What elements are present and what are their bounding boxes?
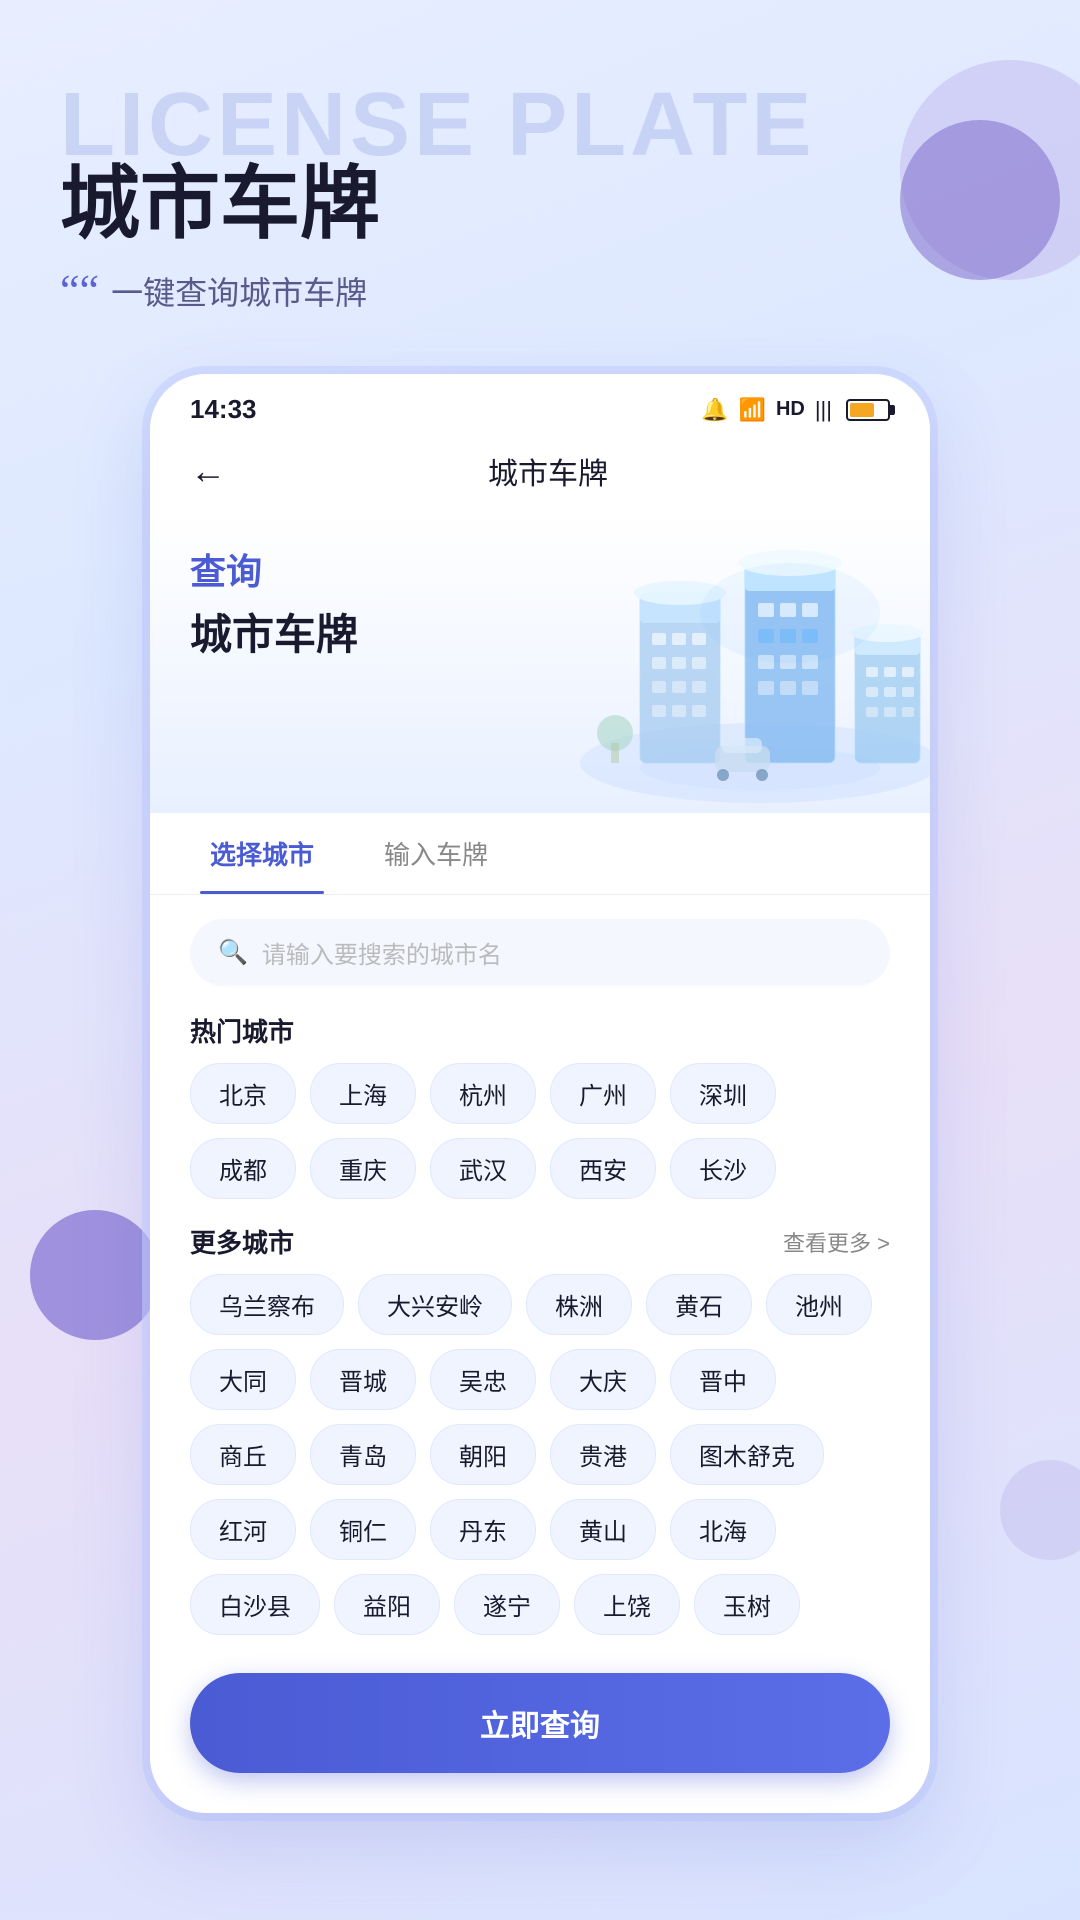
more-city-tag[interactable]: 晋中 [670,1349,776,1410]
hot-city-tag[interactable]: 北京 [190,1063,296,1124]
phone-mockup: 14:33 🔔 📶 HD ||| ← 城市车牌 查询 城市车牌 [150,374,930,1813]
hot-city-tag[interactable]: 广州 [550,1063,656,1124]
mute-icon: 🔔 [701,397,728,423]
more-city-tag[interactable]: 池州 [766,1274,872,1335]
more-city-tag[interactable]: 乌兰察布 [190,1274,344,1335]
more-cities-title: 更多城市 [190,1223,294,1260]
more-city-tag[interactable]: 大兴安岭 [358,1274,512,1335]
page-title: 城市车牌 [60,160,1020,248]
more-city-tag[interactable]: 遂宁 [454,1574,560,1635]
more-city-tag[interactable]: 丹东 [430,1499,536,1560]
more-city-tag[interactable]: 大庆 [550,1349,656,1410]
more-city-tag[interactable]: 吴忠 [430,1349,536,1410]
more-city-tag[interactable]: 白沙县 [190,1574,320,1635]
more-cities-grid: 乌兰察布大兴安岭株洲黄石池州大同晋城吴忠大庆晋中商丘青岛朝阳贵港图木舒克红河铜仁… [150,1274,930,1649]
more-city-tag[interactable]: 贵港 [550,1424,656,1485]
more-city-tag[interactable]: 玉树 [694,1574,800,1635]
cta-button[interactable]: 立即查询 [190,1673,890,1773]
hot-cities-grid: 北京上海杭州广州深圳成都重庆武汉西安长沙 [150,1063,930,1213]
search-icon: 🔍 [218,938,248,967]
more-city-tag[interactable]: 图木舒克 [670,1424,824,1485]
hot-city-tag[interactable]: 长沙 [670,1138,776,1199]
nav-title: 城市车牌 [266,449,890,493]
page-subtitle: ““ 一键查询城市车牌 [60,268,1020,314]
hot-city-tag[interactable]: 杭州 [430,1063,536,1124]
search-placeholder-text: 请输入要搜索的城市名 [262,935,502,970]
more-city-tag[interactable]: 青岛 [310,1424,416,1485]
more-city-tag[interactable]: 大同 [190,1349,296,1410]
more-city-tag[interactable]: 上饶 [574,1574,680,1635]
more-city-tag[interactable]: 株洲 [526,1274,632,1335]
battery-fill [850,403,874,417]
hot-cities-title: 热门城市 [150,1002,930,1063]
nav-bar: ← 城市车牌 [150,435,930,513]
hot-city-tag[interactable]: 深圳 [670,1063,776,1124]
more-city-tag[interactable]: 铜仁 [310,1499,416,1560]
more-cities-header: 更多城市 查看更多 > [150,1213,930,1274]
hot-city-tag[interactable]: 武汉 [430,1138,536,1199]
hero-section: 查询 城市车牌 [150,513,930,813]
more-cities-link[interactable]: 查看更多 > [783,1226,890,1258]
more-city-tag[interactable]: 益阳 [334,1574,440,1635]
wifi-icon: 📶 [739,397,766,423]
page-header: 城市车牌 ““ 一键查询城市车牌 [0,0,1080,314]
more-city-tag[interactable]: 黄石 [646,1274,752,1335]
hot-city-tag[interactable]: 上海 [310,1063,416,1124]
bg-decoration-circle-4 [1000,1460,1080,1560]
back-button[interactable]: ← [190,450,226,492]
more-city-tag[interactable]: 晋城 [310,1349,416,1410]
tab-select-city[interactable]: 选择城市 [190,813,334,894]
more-city-tag[interactable]: 北海 [670,1499,776,1560]
status-icons: 🔔 📶 HD ||| [701,397,890,423]
tabs-container: 选择城市 输入车牌 [150,813,930,895]
subtitle-text: 一键查询城市车牌 [111,268,367,314]
battery-icon [846,399,890,421]
status-bar: 14:33 🔔 📶 HD ||| [150,374,930,435]
hd-label: HD [776,398,805,421]
more-city-tag[interactable]: 黄山 [550,1499,656,1560]
more-city-tag[interactable]: 商丘 [190,1424,296,1485]
hot-city-tag[interactable]: 重庆 [310,1138,416,1199]
more-city-tag[interactable]: 红河 [190,1499,296,1560]
quote-icon: ““ [60,269,99,313]
hot-city-tag[interactable]: 西安 [550,1138,656,1199]
hot-city-tag[interactable]: 成都 [190,1138,296,1199]
city-illustration [560,513,930,813]
signal-icon: ||| [815,397,832,423]
status-time: 14:33 [190,394,257,425]
search-bar[interactable]: 🔍 请输入要搜索的城市名 [190,919,890,986]
content-card: 选择城市 输入车牌 🔍 请输入要搜索的城市名 热门城市 北京上海杭州广州深圳成都… [150,813,930,1813]
more-city-tag[interactable]: 朝阳 [430,1424,536,1485]
bg-decoration-circle-3 [30,1210,160,1340]
tab-enter-plate[interactable]: 输入车牌 [364,813,508,894]
